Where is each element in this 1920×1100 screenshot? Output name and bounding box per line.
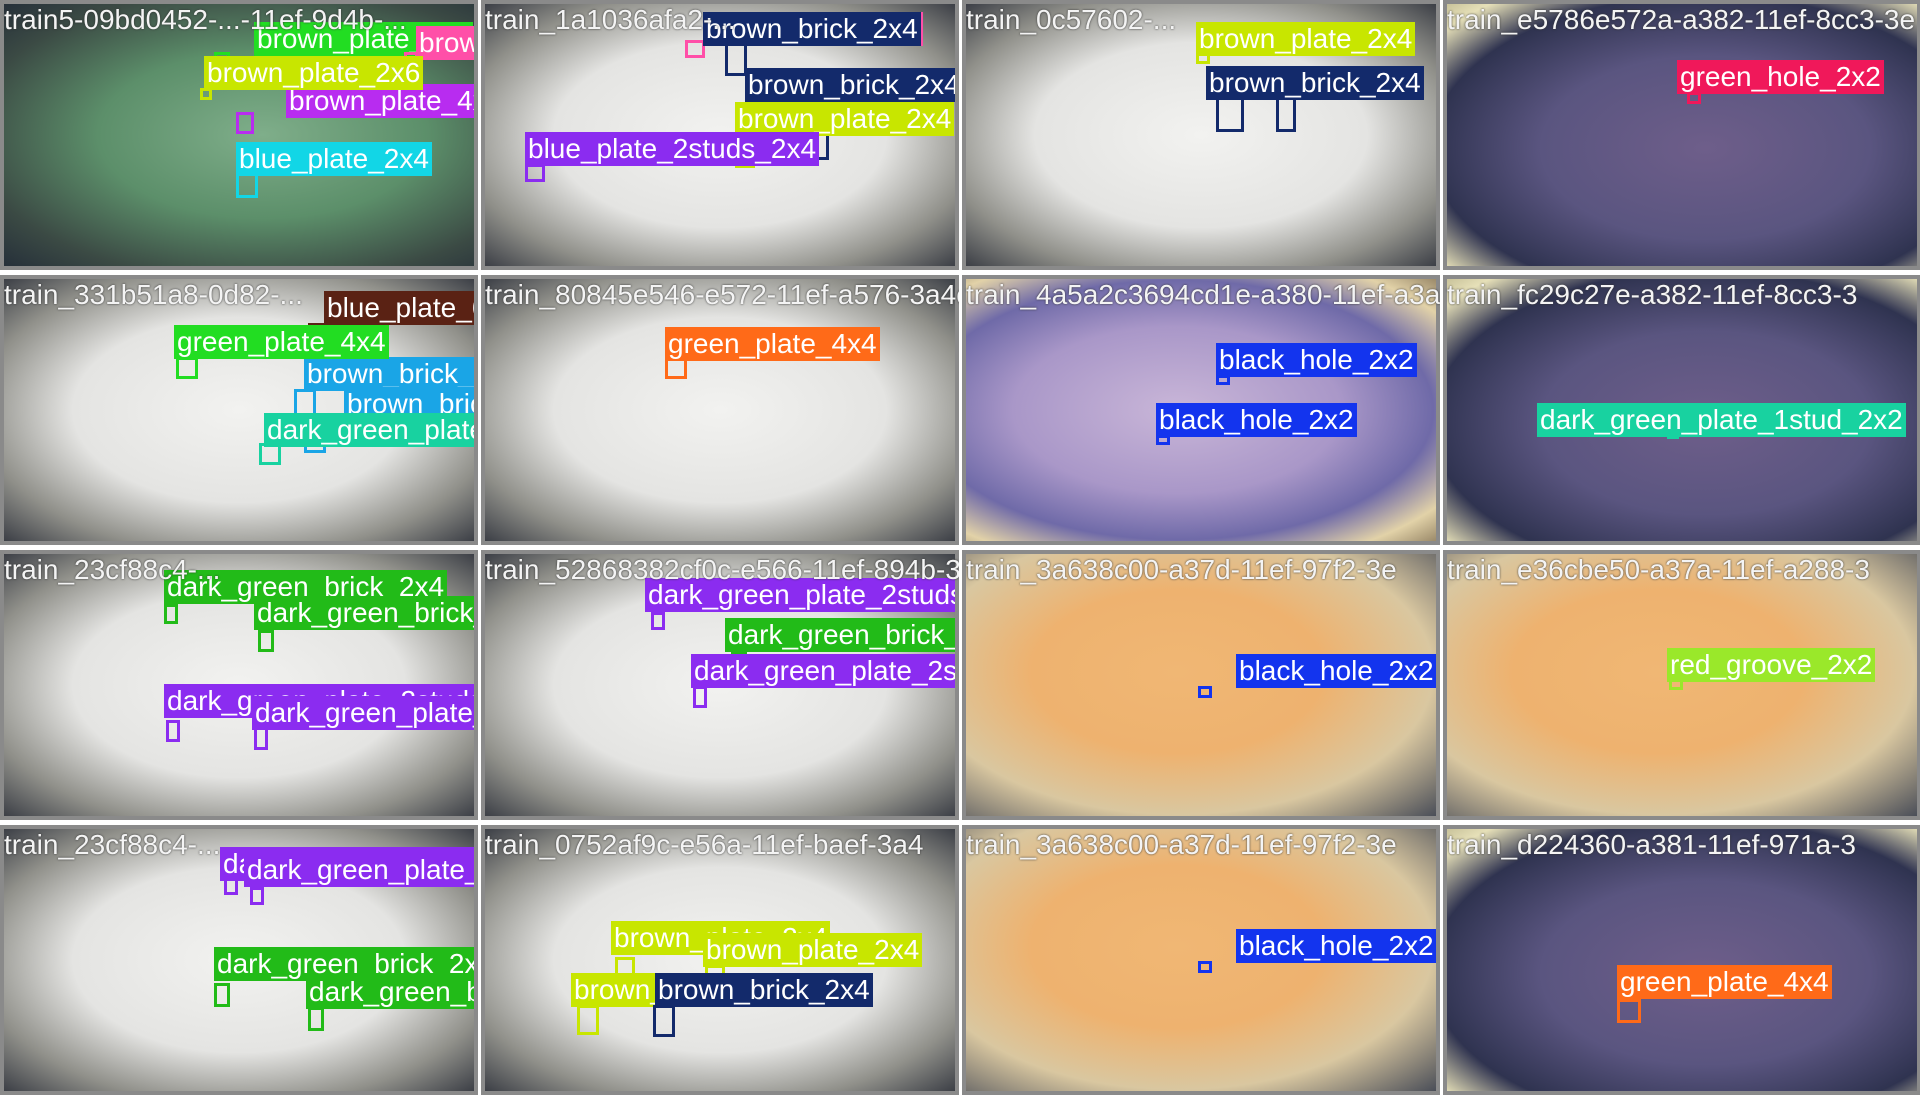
image-tile[interactable]: black_hole_2x2 black_hole_2x2 train_4a5a2c…	[962, 275, 1440, 545]
detection-box[interactable]	[693, 686, 707, 708]
detection-box[interactable]	[250, 887, 264, 905]
camera-frame: dark_green_plate_1stud_2x2	[1447, 279, 1917, 541]
tile-filename: train_e5786e572a-a382-11ef-8cc3-3e	[1447, 4, 1916, 35]
image-tile[interactable]: green_hole_2x2 train_e5786e572a-a382-11ef…	[1443, 0, 1920, 270]
detection-box[interactable]	[258, 630, 274, 652]
image-tile[interactable]: green_plate_4x4 train_80845e546-e572-11ef…	[481, 275, 959, 545]
camera-frame: blue_plate_6x10brown_brick_2x4brown_bric…	[4, 279, 474, 541]
detection-label: blue_plate_2studs_2x4	[525, 132, 820, 166]
detection-label: dark_green_brick_2x4	[254, 596, 474, 630]
detection-label: brown_brick_2x4	[655, 973, 873, 1007]
detection-label: black_hole_2x2	[1216, 343, 1417, 377]
detection-box[interactable]	[685, 40, 705, 58]
detection-label: black_hole_2x2	[1236, 929, 1436, 963]
tile-filename: train_80845e546-e572-11ef-a576-3a4c57866…	[485, 279, 959, 310]
detection-label: red_groove_2x2	[1667, 648, 1876, 682]
detection-label: green_plate_4x4	[1617, 965, 1832, 999]
camera-frame: dark_green_plate_2studs_2x4dark_green_br…	[485, 554, 955, 816]
detection-label: dark_green_brick_2x4	[306, 975, 474, 1009]
detection-label: blue_plate_2x4	[236, 142, 432, 176]
detection-label: blue_plate_6x10	[324, 291, 474, 325]
detection-box[interactable]	[214, 983, 230, 1007]
tile-filename: train_331b51a8-0d82-...	[4, 279, 303, 310]
camera-frame: green_plate_4x4	[485, 279, 955, 541]
tile-filename: train_23cf88c4-...	[4, 554, 221, 585]
camera-frame: brown_plate_2x4brown_plate_4x6blue_plate…	[4, 4, 474, 266]
detection-label: black_hole_2x2	[1156, 403, 1357, 437]
detection-label: dark_green_brick_2x4	[725, 618, 955, 652]
detection-label: green_plate_4x4	[665, 327, 880, 361]
detection-label: brown_plate_2x4	[703, 933, 923, 967]
detection-box[interactable]	[653, 1005, 675, 1037]
detection-box[interactable]	[176, 357, 198, 379]
image-tile[interactable]: dark_green_brick_2x4dark_green_brick_2x4…	[0, 550, 478, 820]
detection-box[interactable]	[651, 612, 665, 630]
detection-box[interactable]	[1198, 961, 1212, 973]
detection-label: dark_green_plate_2studs_2x4	[244, 853, 474, 887]
detection-box[interactable]	[1216, 96, 1244, 132]
tile-filename: train_d224360-a381-11ef-971a-3	[1447, 829, 1856, 860]
detection-label: dark_green_plate_1stud_2x2	[264, 413, 474, 447]
detection-box[interactable]	[1198, 686, 1212, 698]
camera-frame: brown_brick_2x4brown_brick_2x4brown_bric…	[485, 4, 955, 266]
detection-box[interactable]	[525, 164, 545, 182]
image-tile[interactable]: black_hole_2x2 train_3a638c00-a37d-11ef-9…	[962, 550, 1440, 820]
image-tile[interactable]: black_hole_2x2 train_3a638c00-a37d-11ef-9…	[962, 825, 1440, 1095]
camera-frame: red_groove_2x2	[1447, 554, 1917, 816]
camera-frame: green_hole_2x2	[1447, 4, 1917, 266]
detection-box[interactable]	[236, 112, 254, 134]
image-tile[interactable]: brown_plate_2x4brown_plate_2x4brown_plat…	[481, 825, 959, 1095]
camera-frame: brown_plate_2x4brown_plate_2x4brown_plat…	[485, 829, 955, 1091]
detection-box[interactable]	[166, 720, 180, 742]
detection-label: brown_brick_2x4	[1206, 66, 1424, 100]
tile-filename: train_3a638c00-a37d-11ef-97f2-3e	[966, 829, 1397, 860]
camera-frame: green_plate_4x4	[1447, 829, 1917, 1091]
detection-label: dark_green_plate_2studs_2x4	[691, 654, 955, 688]
image-tile[interactable]: dark_green_plate_1stud_2x2 train_fc29c27e…	[1443, 275, 1920, 545]
detection-label: green_hole_2x2	[1677, 60, 1884, 94]
tile-filename: train_4a5a2c3694cd1e-a380-11ef-a3ad-3e	[966, 279, 1440, 310]
mosaic-grid: brown_plate_2x4brown_plate_4x6blue_plate…	[0, 0, 1920, 1100]
detection-box[interactable]	[164, 604, 178, 624]
tile-filename: train_e36cbe50-a37a-11ef-a288-3	[1447, 554, 1870, 585]
detection-label: brown_plate_2x4	[735, 102, 955, 136]
camera-frame: black_hole_2x2 black_hole_2x2	[966, 279, 1436, 541]
detection-label: green_plate_4x4	[174, 325, 389, 359]
image-tile[interactable]: green_plate_4x4 train_d224360-a381-11ef-9…	[1443, 825, 1920, 1095]
detection-label: brown_brick_2x4	[745, 68, 955, 102]
tile-filename: train_3a638c00-a37d-11ef-97f2-3e	[966, 554, 1397, 585]
detection-label: brown_brick_2x4	[304, 357, 474, 391]
image-tile[interactable]: dark_green_plate_2studs_2x4dark_green_pl…	[0, 825, 478, 1095]
image-tile[interactable]: dark_green_plate_2studs_2x4dark_green_br…	[481, 550, 959, 820]
detection-label: brown_brick_2x4	[416, 26, 474, 60]
tile-filename: train_1a1036afa2-...	[485, 4, 736, 35]
tile-filename: train_52868382cf0c-e566-11ef-894b-3a4	[485, 554, 959, 585]
tile-filename: train_fc29c27e-a382-11ef-8cc3-3	[1447, 279, 1858, 310]
detection-label: brown_plate_2x4	[1196, 22, 1416, 56]
detection-label: dark_green_plate_2studs_2x4	[252, 696, 474, 730]
camera-frame: brown_plate_2x4brown_brick_2x4brown_bric…	[966, 4, 1436, 266]
image-tile[interactable]: brown_plate_2x4brown_brick_2x4brown_bric…	[962, 0, 1440, 270]
detection-box[interactable]	[1617, 999, 1641, 1023]
image-tile[interactable]: red_groove_2x2 train_e36cbe50-a37a-11ef-a…	[1443, 550, 1920, 820]
tile-filename: train_0c57602-...	[966, 4, 1177, 35]
detection-label: black_hole_2x2	[1236, 654, 1436, 688]
camera-frame: dark_green_brick_2x4dark_green_brick_2x4…	[4, 554, 474, 816]
detection-box[interactable]	[577, 1005, 599, 1035]
tile-filename: train_0752af9c-e56a-11ef-baef-3a4	[485, 829, 924, 860]
detection-label: brown_plate_2x6	[204, 56, 424, 90]
image-tile[interactable]: brown_brick_2x4brown_brick_2x4brown_bric…	[481, 0, 959, 270]
image-tile[interactable]: blue_plate_6x10brown_brick_2x4brown_bric…	[0, 275, 478, 545]
tile-filename: train_23cf88c4-...	[4, 829, 221, 860]
camera-frame: dark_green_plate_2studs_2x4dark_green_pl…	[4, 829, 474, 1091]
tile-filename: train5-09bd0452-...-11ef-9d4b-...	[4, 4, 407, 35]
image-tile[interactable]: brown_plate_2x4brown_plate_4x6blue_plate…	[0, 0, 478, 270]
detection-box[interactable]	[308, 1007, 324, 1031]
detection-box[interactable]	[1276, 96, 1296, 132]
camera-frame: black_hole_2x2	[966, 554, 1436, 816]
camera-frame: black_hole_2x2	[966, 829, 1436, 1091]
detection-label: dark_green_plate_1stud_2x2	[1537, 403, 1906, 437]
